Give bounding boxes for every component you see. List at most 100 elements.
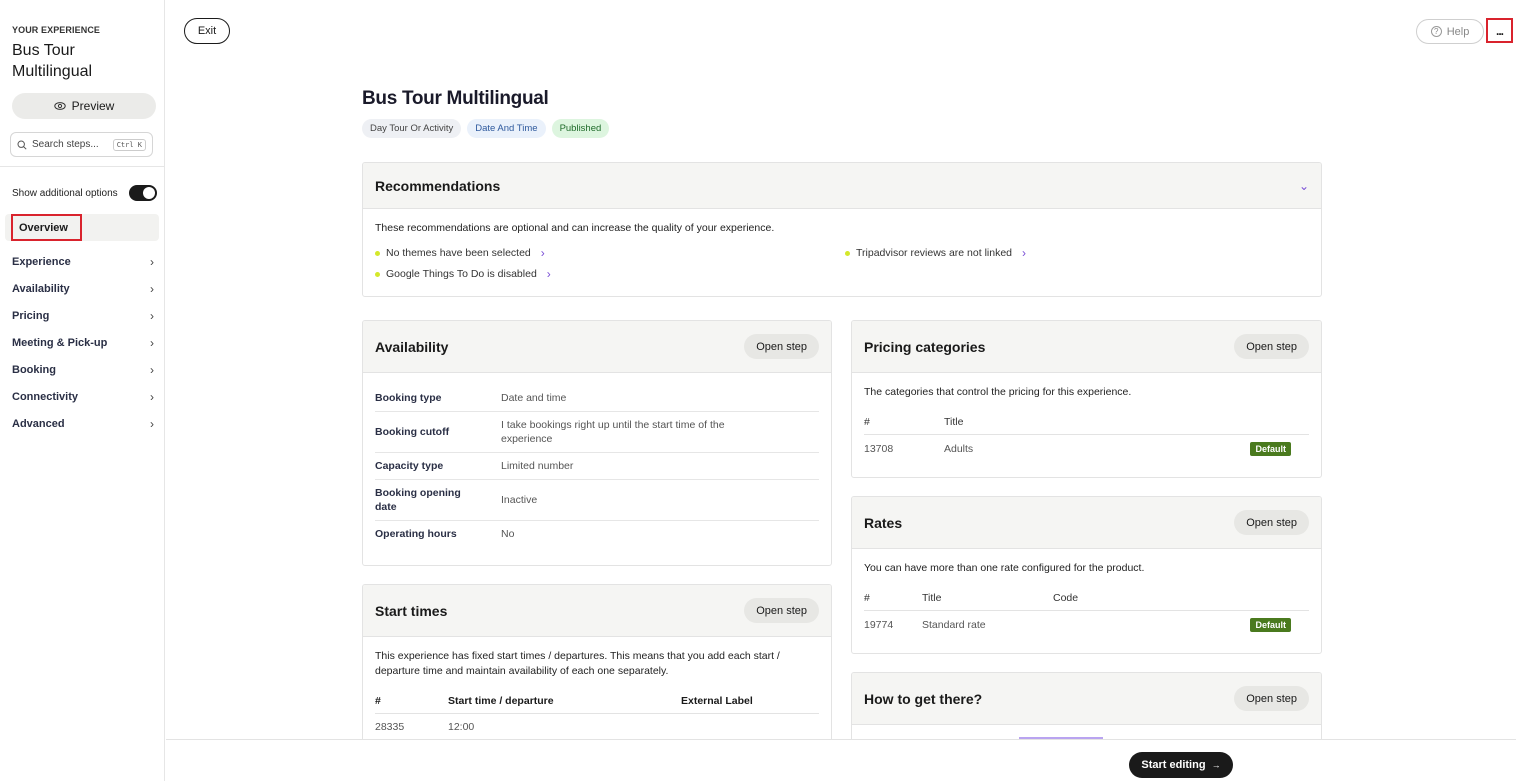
sidebar-item-booking[interactable]: Booking › — [12, 356, 154, 383]
table-cell: 12:00 — [448, 721, 475, 733]
start-times-open-step-button[interactable]: Open step — [744, 598, 819, 623]
sidebar-item-experience[interactable]: Experience › — [12, 248, 154, 275]
availability-open-step-button[interactable]: Open step — [744, 334, 819, 359]
recommendation-item[interactable]: Google Things To Do is disabled › — [375, 267, 551, 281]
rates-open-step-button[interactable]: Open step — [1234, 510, 1309, 535]
experience-tags: Day Tour Or Activity Date And Time Publi… — [362, 119, 610, 138]
exit-button[interactable]: Exit — [184, 18, 230, 44]
help-label: Help — [1446, 25, 1470, 38]
pricing-categories-header: Pricing categories Open step — [852, 321, 1321, 373]
app-root: YOUR EXPERIENCE Bus Tour Multilingual Pr… — [0, 0, 1516, 781]
chevron-right-icon: › — [546, 267, 551, 281]
detail-row: Capacity type Limited number — [375, 453, 819, 480]
table-cell: Standard rate — [922, 619, 986, 631]
chevron-right-icon: › — [150, 254, 154, 269]
sidebar-eyebrow: YOUR EXPERIENCE — [12, 25, 101, 35]
default-badge: Default — [1250, 618, 1291, 632]
recommendation-item[interactable]: No themes have been selected › — [375, 246, 545, 260]
chevron-right-icon: › — [1022, 246, 1027, 260]
sidebar-item-advanced[interactable]: Advanced › — [12, 410, 154, 437]
rates-header: Rates Open step — [852, 497, 1321, 549]
sidebar-item-pricing[interactable]: Pricing › — [12, 302, 154, 329]
table-cell: Default — [1130, 611, 1309, 640]
recommendations-header[interactable]: Recommendations ⌄ — [363, 163, 1321, 209]
start-times-card: Start times Open step This experience ha… — [362, 584, 832, 744]
detail-row: Booking cutoff I take bookings right up u… — [375, 412, 819, 453]
column-header — [1065, 410, 1309, 435]
column-header: Start time / departure — [448, 689, 681, 714]
column-header: # — [864, 410, 944, 435]
start-editing-button[interactable]: Start editing → — [1129, 752, 1233, 778]
preview-label: Preview — [71, 99, 115, 113]
default-badge: Default — [1250, 442, 1291, 456]
sidebar-item-overview-label: Overview — [11, 214, 82, 241]
eye-icon — [53, 102, 66, 110]
help-circle-icon: ? — [1430, 26, 1442, 37]
rates-description: You can have more than one rate configur… — [864, 562, 1145, 574]
detail-label: Capacity type — [375, 460, 444, 472]
sidebar-item-label: Pricing — [12, 309, 50, 322]
how-to-get-there-title: How to get there? — [864, 690, 983, 707]
sidebar-item-connectivity[interactable]: Connectivity › — [12, 383, 154, 410]
sidebar-item-label: Advanced — [12, 417, 65, 430]
search-shortcut-hint: Ctrl K — [112, 138, 146, 151]
availability-card: Availability Open step Booking type Date … — [362, 320, 832, 566]
recommendation-text: Google Things To Do is disabled — [386, 268, 537, 280]
status-dot-icon — [375, 271, 380, 277]
help-button[interactable]: ? Help — [1416, 19, 1484, 44]
recommendations-card: Recommendations ⌄ These recommendations … — [362, 162, 1322, 297]
status-badge: Published — [551, 119, 610, 138]
search-placeholder: Search steps... — [32, 139, 99, 150]
chevron-down-icon[interactable]: ⌄ — [1299, 179, 1309, 193]
recommendations-description: These recommendations are optional and c… — [375, 222, 775, 234]
column-header: External Label — [681, 689, 819, 714]
start-times-header: Start times Open step — [363, 585, 831, 637]
status-dot-icon — [845, 250, 850, 256]
availability-details: Booking type Date and time Booking cutoff… — [363, 373, 831, 559]
chevron-right-icon: › — [150, 281, 154, 296]
column-header: Title — [944, 410, 1066, 435]
start-times-table: # Start time / departure External Label … — [375, 689, 819, 740]
sidebar-item-overview[interactable]: Overview — [5, 214, 159, 241]
sidebar-item-meeting-pickup[interactable]: Meeting & Pick-up › — [12, 329, 154, 356]
sidebar-item-availability[interactable]: Availability › — [12, 275, 154, 302]
sidebar-item-label: Connectivity — [12, 390, 79, 403]
preview-button[interactable]: Preview — [12, 93, 156, 119]
pricing-categories-open-step-button[interactable]: Open step — [1234, 334, 1309, 359]
sidebar-divider — [0, 166, 164, 167]
additional-options-label: Show additional options — [12, 187, 118, 199]
column-header: # — [375, 689, 448, 714]
detail-row: Booking type Date and time — [375, 385, 819, 412]
bottom-action-bar — [166, 739, 1516, 781]
sidebar-nav: Experience › Availability › Pricing › Meeti… — [12, 248, 154, 437]
more-options-button[interactable]: ... — [1486, 18, 1513, 43]
table-row: 13708 Adults Default — [864, 435, 1309, 464]
chevron-right-icon: › — [150, 362, 154, 377]
table-header-row: # Title Code — [864, 586, 1309, 611]
pricing-categories-body: The categories that control the pricing … — [852, 373, 1321, 475]
rates-body: You can have more than one rate configur… — [852, 549, 1321, 651]
pricing-categories-card: Pricing categories Open step The categor… — [851, 320, 1322, 478]
search-steps-input[interactable]: Search steps... Ctrl K — [10, 132, 153, 157]
detail-label: Booking opening date — [375, 487, 461, 513]
pricing-categories-table: # Title 13708 Adults Default — [864, 410, 1309, 463]
table-header-row: # Start time / departure External Label — [375, 689, 819, 714]
recommendation-item[interactable]: Tripadvisor reviews are not linked › — [845, 246, 1026, 260]
column-header: # — [864, 586, 922, 611]
table-header-row: # Title — [864, 410, 1309, 435]
additional-options-toggle[interactable] — [129, 185, 157, 201]
column-header: Code — [1053, 586, 1130, 611]
table-row: 28335 12:00 — [375, 714, 819, 741]
pricing-categories-title: Pricing categories — [864, 338, 986, 355]
detail-value: Inactive — [501, 494, 538, 506]
detail-value: I take bookings right up until the start… — [501, 419, 725, 445]
detail-row: Booking opening date Inactive — [375, 480, 819, 521]
start-times-title: Start times — [375, 602, 448, 619]
arrow-right-icon: → — [1211, 760, 1221, 770]
detail-value: Date and time — [501, 392, 567, 404]
recommendation-text: No themes have been selected — [386, 247, 531, 259]
chevron-right-icon: › — [150, 389, 154, 404]
detail-label: Booking type — [375, 392, 442, 404]
recommendations-title: Recommendations — [375, 177, 501, 194]
how-to-get-there-open-step-button[interactable]: Open step — [1234, 686, 1309, 711]
